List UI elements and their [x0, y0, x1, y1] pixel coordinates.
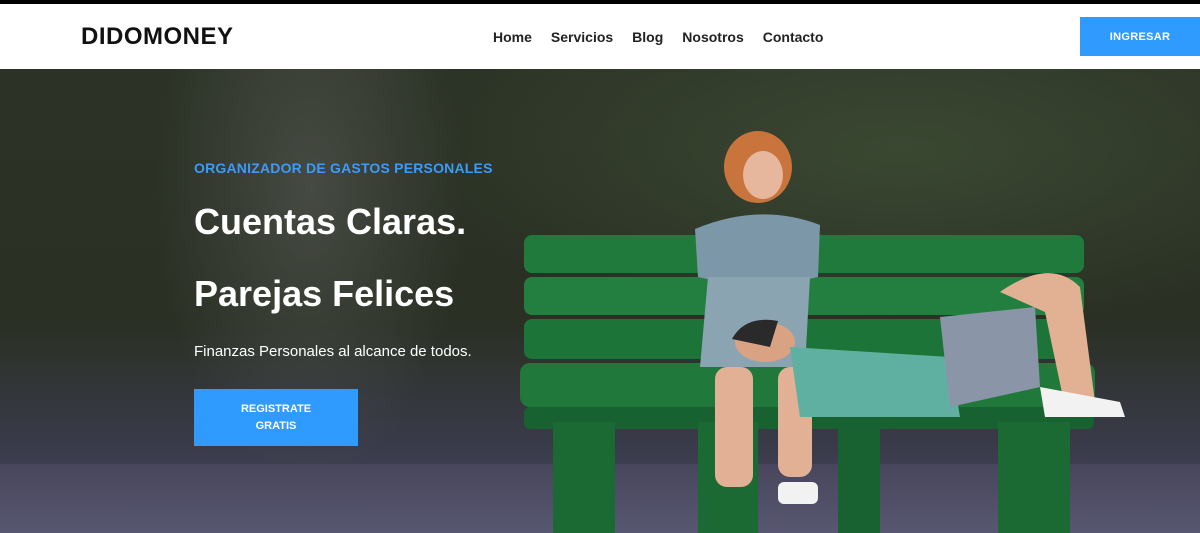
nav-nosotros-link[interactable]: Nosotros: [682, 29, 743, 45]
hero-subtext: Finanzas Personales al alcance de todos.: [194, 343, 472, 360]
hero-headline-line1: Cuentas Claras.: [194, 201, 467, 242]
hero-headline-line2: Parejas Felices: [194, 273, 455, 314]
nav-servicios-link[interactable]: Servicios: [551, 29, 613, 45]
site-logo[interactable]: DIDOMONEY: [81, 23, 234, 51]
nav-contacto-link[interactable]: Contacto: [763, 29, 824, 45]
register-button-line2: GRATIS: [255, 420, 297, 432]
navbar: DIDOMONEY Home Servicios Blog Nosotros C…: [0, 4, 1200, 69]
main-nav: Home Servicios Blog Nosotros Contacto: [493, 29, 823, 45]
register-button[interactable]: REGISTRATE GRATIS: [194, 389, 358, 446]
hero-eyebrow: ORGANIZADOR DE GASTOS PERSONALES: [194, 160, 493, 176]
hero-section: ORGANIZADOR DE GASTOS PERSONALES Cuentas…: [0, 69, 1200, 533]
nav-home-link[interactable]: Home: [493, 29, 532, 45]
register-button-line1: REGISTRATE: [240, 403, 312, 415]
login-button[interactable]: INGRESAR: [1080, 17, 1200, 56]
nav-blog-link[interactable]: Blog: [632, 29, 663, 45]
hero-couple-image: [520, 131, 1125, 533]
